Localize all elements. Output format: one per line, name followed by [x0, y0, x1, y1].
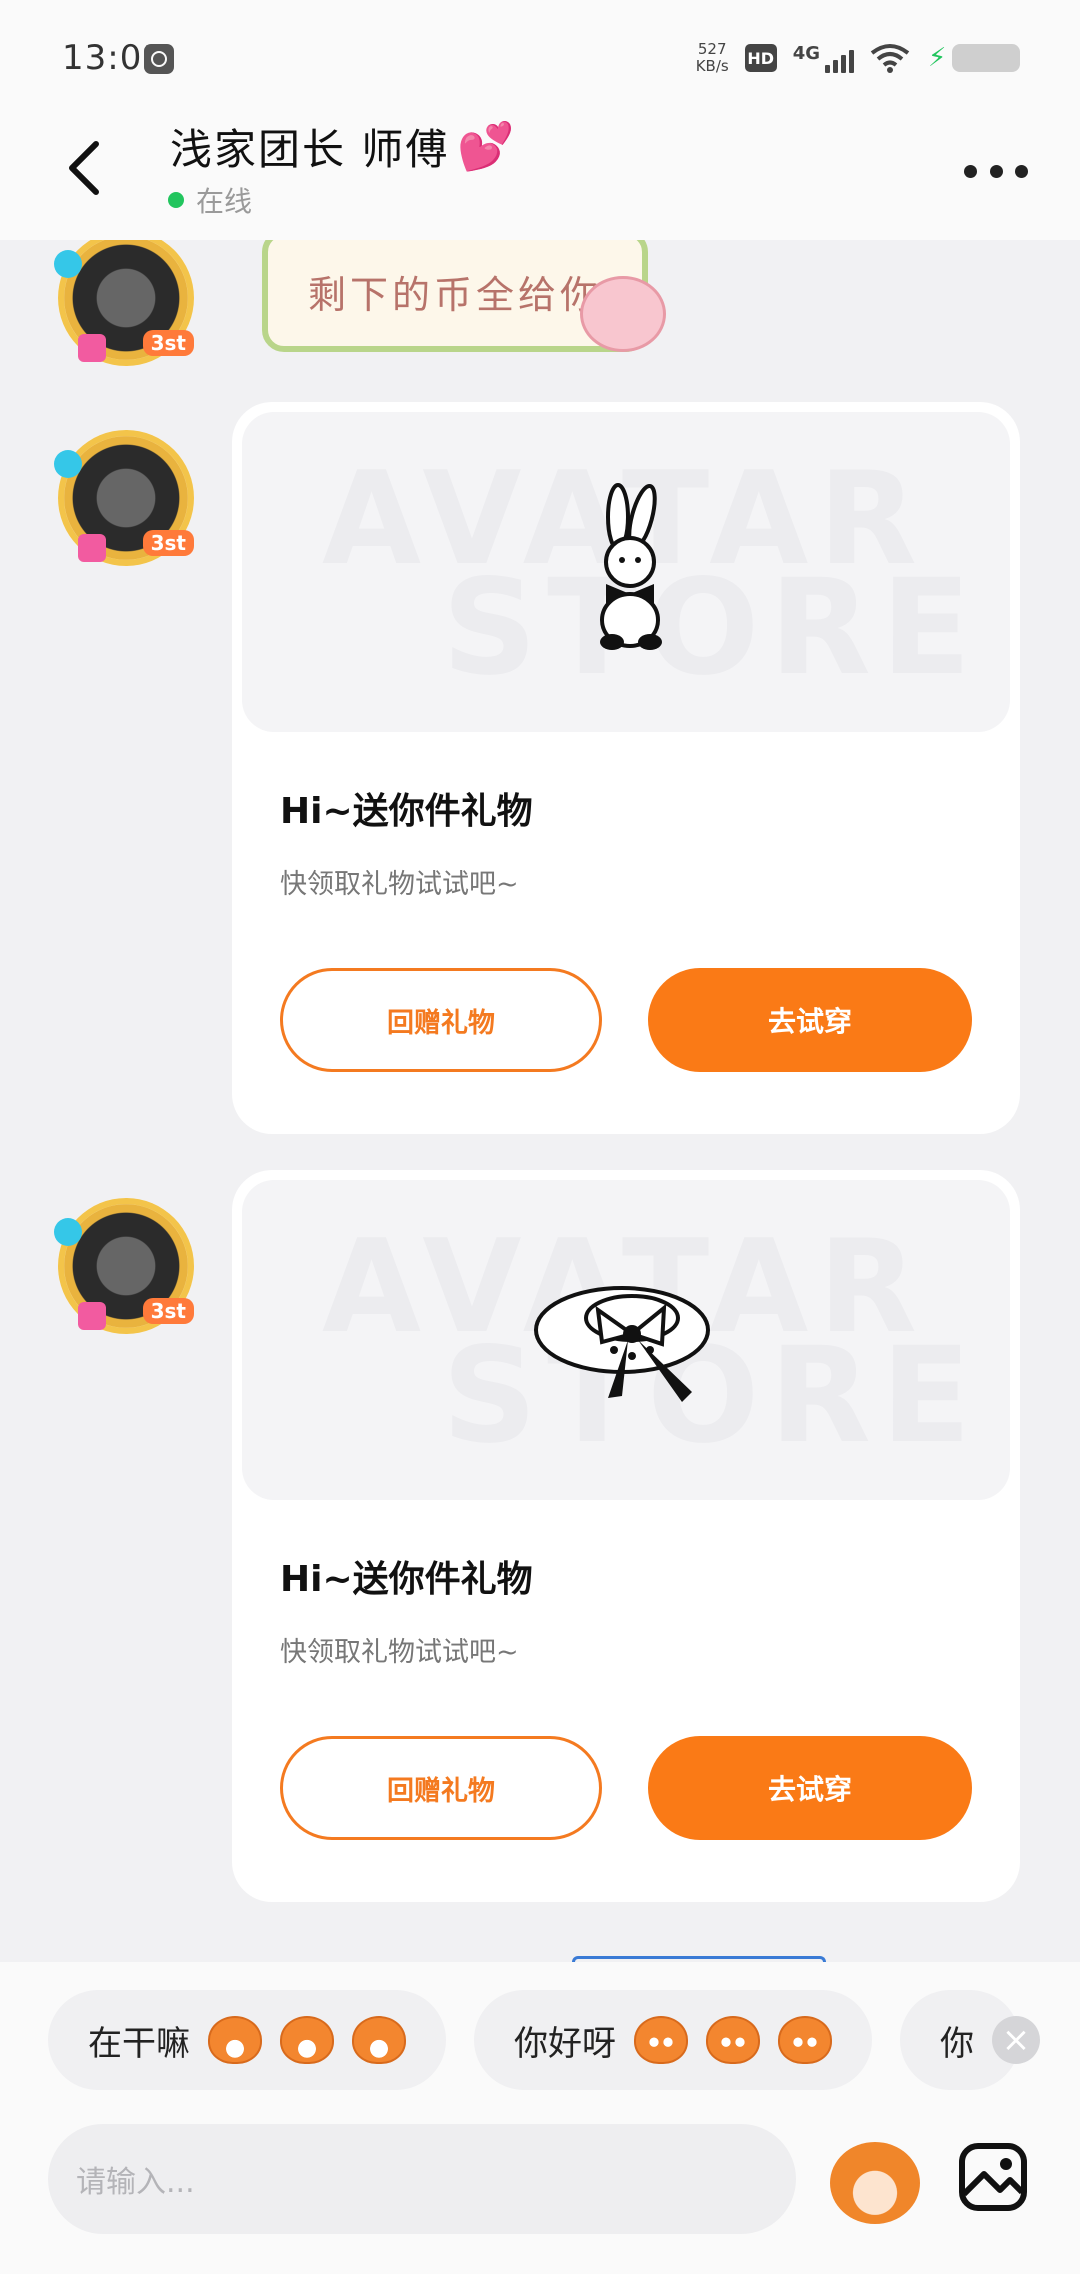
contact-name: 浅家团长 师傅 [170, 125, 450, 174]
quick-reply-list[interactable]: 在干嘛 你好呀 你 [48, 1990, 1020, 2090]
gift-title: Hi~送你件礼物 [280, 791, 533, 832]
gift-card[interactable]: AVATAR STORE Hi~送你件礼物 快领取礼物试试吧~ 回赠礼物 去试穿 [232, 1170, 1020, 1902]
sender-avatar[interactable]: 3st [54, 1198, 194, 1334]
teapot-sticker-icon [580, 276, 666, 352]
hd-icon: HD [744, 44, 777, 72]
chat-message-list[interactable]: 3st 剩下的币全给你 3st AVATAR STORE Hi~送你件礼物 快领… [0, 240, 1080, 1962]
gift-description: 快领取礼物试试吧~ [280, 869, 519, 900]
return-gift-button[interactable]: 回赠礼物 [280, 968, 602, 1072]
online-status: 在线 [168, 180, 252, 220]
back-button[interactable] [54, 138, 114, 198]
gift-image: AVATAR STORE [242, 1180, 1010, 1500]
chat-header: 浅家团长 师傅 💕 在线 [0, 110, 1080, 240]
wifi-icon [870, 44, 910, 73]
input-placeholder: 请输入... [76, 2165, 195, 2200]
return-gift-button[interactable]: 回赠礼物 [280, 1736, 602, 1840]
more-icon [964, 164, 977, 178]
image-button[interactable] [958, 2142, 1028, 2212]
avatar-badge: 3st [142, 330, 194, 356]
online-dot-icon [168, 192, 184, 208]
page-title[interactable]: 浅家团长 师傅 💕 [170, 116, 517, 177]
grin-emoji-icon [208, 2016, 262, 2064]
gift-image: AVATAR STORE [242, 412, 1010, 732]
gift-description: 快领取礼物试试吧~ [280, 1637, 519, 1668]
status-bar: 13:01 527 KB/s HD 4G ⚡ [0, 0, 1080, 110]
input-bar: 在干嘛 你好呀 你 × 请输入... [0, 1962, 1080, 2274]
heart-emoji: 💕 [457, 119, 517, 173]
wide-eyes-emoji-icon [778, 2016, 832, 2064]
more-options-button[interactable] [964, 158, 1028, 184]
avatar-badge: 3st [142, 1298, 194, 1324]
charging-icon: ⚡ [928, 43, 947, 73]
quick-reply-chip[interactable]: 在干嘛 [48, 1990, 446, 2090]
app-notification-icon [144, 44, 174, 74]
gift-title: Hi~送你件礼物 [280, 1559, 533, 1600]
network-speed: 527 KB/s [695, 40, 729, 75]
sender-avatar[interactable]: 3st [54, 240, 194, 366]
wide-eyes-emoji-icon [706, 2016, 760, 2064]
wide-eyes-emoji-icon [634, 2016, 688, 2064]
quick-reply-chip[interactable]: 你好呀 [474, 1990, 872, 2090]
emoji-button[interactable] [830, 2142, 920, 2224]
online-text: 在线 [196, 185, 253, 218]
avatar-badge: 3st [142, 530, 194, 556]
watermark-text: STORE [442, 551, 982, 705]
grin-emoji-icon [280, 2016, 334, 2064]
signal-icon: 4G [793, 43, 854, 73]
sticker-text: 剩下的币全给你 [307, 272, 602, 317]
try-on-button[interactable]: 去试穿 [648, 968, 972, 1072]
close-icon: × [1001, 2020, 1031, 2060]
image-icon [959, 2143, 1027, 2211]
hat-icon [534, 1286, 710, 1402]
bunny-icon [600, 483, 662, 650]
close-quick-replies-button[interactable]: × [992, 2016, 1040, 2064]
try-on-button[interactable]: 去试穿 [648, 1736, 972, 1840]
gift-card[interactable]: AVATAR STORE Hi~送你件礼物 快领取礼物试试吧~ 回赠礼物 去试穿 [232, 402, 1020, 1134]
status-icons: 527 KB/s HD 4G ⚡ [696, 36, 1020, 80]
battery-icon: ⚡ [928, 44, 1020, 72]
sender-avatar[interactable]: 3st [54, 430, 194, 566]
grin-emoji-icon [352, 2016, 406, 2064]
chevron-left-icon [69, 141, 99, 195]
message-input[interactable]: 请输入... [48, 2124, 796, 2234]
